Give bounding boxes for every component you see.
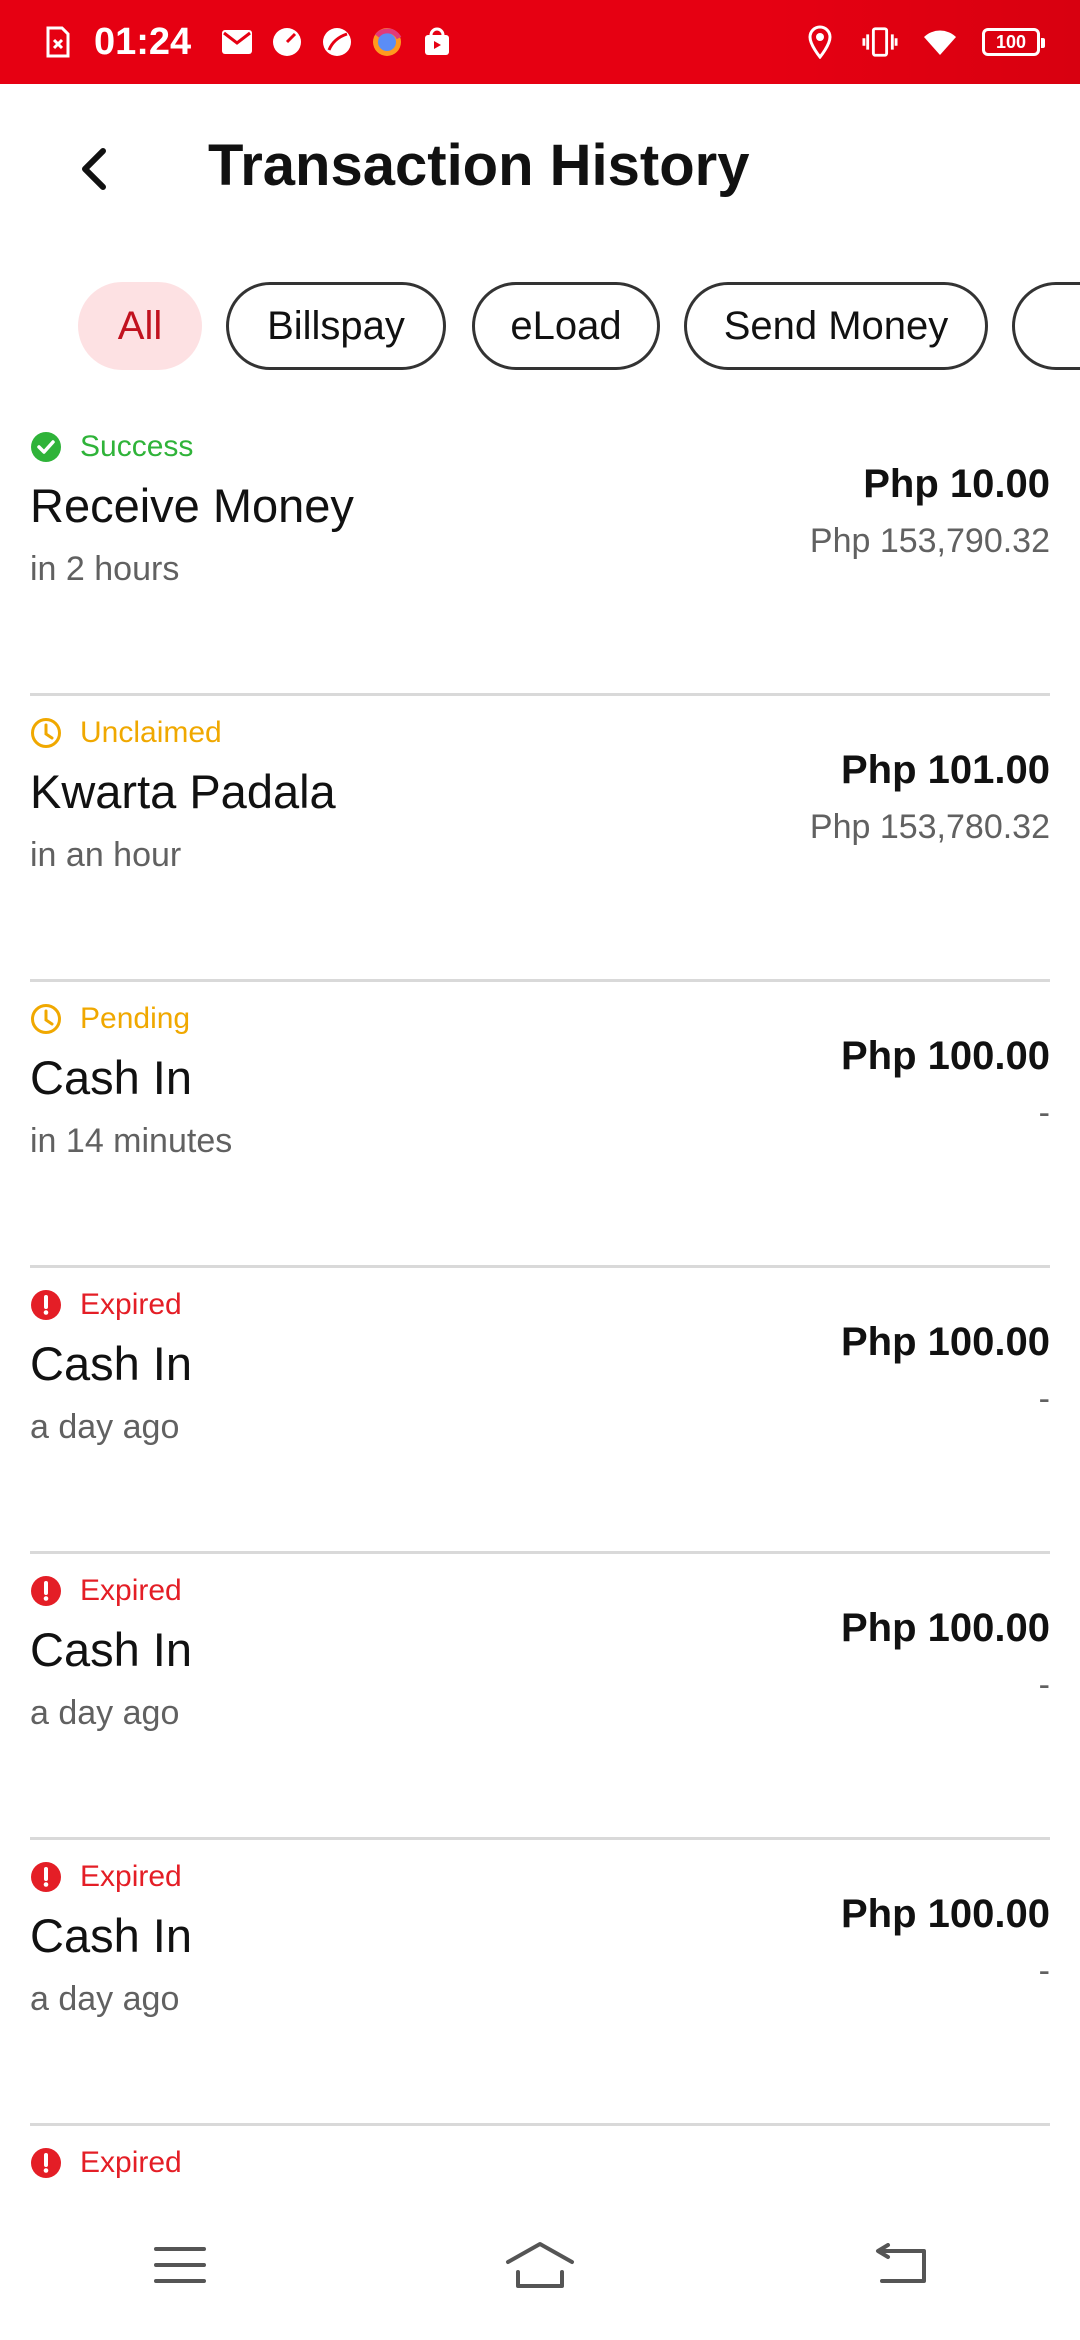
transaction-amount: Php 101.00 — [840, 748, 1050, 792]
status-label: Expired — [30, 1860, 182, 1894]
status-label: Expired — [30, 1288, 182, 1322]
status-label: Pending — [30, 1002, 190, 1036]
battery-icon: 100 — [982, 28, 1045, 56]
alert-circle-icon — [30, 1289, 62, 1321]
transaction-row[interactable]: Unclaimed Kwarta Padala in an hour Php 1… — [30, 696, 1050, 982]
transaction-balance: - — [1038, 1666, 1050, 1704]
transaction-balance: - — [1038, 1952, 1050, 1990]
transaction-amount: Php 100.00 — [840, 1034, 1050, 1078]
transaction-balance: - — [1038, 1094, 1050, 1132]
mail-icon — [219, 24, 255, 60]
transaction-title: Cash In — [30, 1337, 192, 1390]
filter-chips: All Billspay eLoad Send Money — [0, 280, 1080, 372]
speedometer-icon — [269, 24, 305, 60]
chip-send-money[interactable]: Send Money — [684, 282, 988, 370]
back-button[interactable] — [60, 134, 130, 204]
clock-icon — [30, 717, 62, 749]
transaction-title: Cash In — [30, 1623, 192, 1676]
status-bar: 01:24 100 — [0, 0, 1080, 84]
transaction-title: Receive Money — [30, 479, 354, 532]
return-icon — [876, 2243, 926, 2283]
check-circle-icon — [30, 431, 62, 463]
status-time: 01:24 — [94, 20, 192, 63]
browser-icon — [369, 24, 405, 60]
transaction-row[interactable]: Expired Cash In a day ago Php 100.00 - — [30, 1554, 1050, 1840]
leaf-icon — [319, 24, 355, 60]
status-right: 100 — [802, 24, 1045, 60]
return-button[interactable] — [850, 2225, 950, 2305]
transaction-title: Cash In — [30, 1051, 192, 1104]
transaction-balance: Php 153,780.32 — [809, 808, 1050, 846]
transaction-time: in an hour — [30, 836, 182, 874]
status-text: Unclaimed — [80, 716, 222, 749]
status-label: Success — [30, 430, 193, 464]
status-text: Expired — [80, 2146, 182, 2179]
sim-alert-icon — [40, 24, 76, 60]
menu-button[interactable] — [130, 2225, 230, 2305]
transaction-balance: - — [1038, 1380, 1050, 1418]
status-label: Expired — [30, 1574, 182, 1608]
transaction-row[interactable]: Pending Cash In in 14 minutes Php 100.00… — [30, 982, 1050, 1268]
transaction-balance: Php 153,790.32 — [809, 522, 1050, 560]
alert-circle-icon — [30, 1861, 62, 1893]
page-title: Transaction History — [208, 133, 750, 198]
transaction-time: a day ago — [30, 1694, 180, 1732]
vibrate-icon — [862, 24, 898, 60]
status-text: Success — [80, 430, 194, 463]
chip-eload[interactable]: eLoad — [472, 282, 660, 370]
transaction-amount: Php 100.00 — [840, 1606, 1050, 1650]
transaction-time: in 14 minutes — [30, 1122, 233, 1160]
transaction-list: Success Receive Money in 2 hours Php 10.… — [30, 410, 1050, 2286]
chip-more[interactable] — [1012, 282, 1080, 370]
home-icon — [506, 2242, 574, 2288]
transaction-row[interactable]: Expired Cash In a day ago Php 100.00 - — [30, 1268, 1050, 1554]
transaction-time: a day ago — [30, 1980, 180, 2018]
transaction-title: Cash In — [30, 1909, 192, 1962]
transaction-amount: Php 10.00 — [863, 462, 1050, 506]
wifi-icon — [922, 24, 958, 60]
status-text: Expired — [80, 1860, 182, 1893]
status-label: Expired — [30, 2146, 182, 2180]
transaction-time: in 2 hours — [30, 550, 180, 588]
status-label: Unclaimed — [30, 716, 222, 750]
transaction-amount: Php 100.00 — [840, 1892, 1050, 1936]
alert-circle-icon — [30, 1575, 62, 1607]
menu-icon — [154, 2247, 206, 2283]
location-icon — [802, 24, 838, 60]
transaction-title: Kwarta Padala — [30, 765, 336, 818]
home-button[interactable] — [490, 2225, 590, 2305]
transaction-amount: Php 100.00 — [840, 1320, 1050, 1364]
transaction-row[interactable]: Success Receive Money in 2 hours Php 10.… — [30, 410, 1050, 696]
status-text: Pending — [80, 1002, 191, 1035]
status-text: Expired — [80, 1288, 182, 1321]
clock-icon — [30, 1003, 62, 1035]
chip-all[interactable]: All — [78, 282, 202, 370]
alert-circle-icon — [30, 2147, 62, 2179]
chip-billspay[interactable]: Billspay — [226, 282, 446, 370]
app-header: Transaction History — [0, 84, 1080, 254]
system-nav-bar — [0, 2190, 1080, 2340]
transaction-row[interactable]: Expired Cash In a day ago Php 100.00 - — [30, 1840, 1050, 2126]
transaction-time: a day ago — [30, 1408, 180, 1446]
status-text: Expired — [80, 1574, 182, 1607]
back-arrow-icon — [82, 148, 106, 190]
shop-icon — [419, 24, 455, 60]
status-left: 01:24 — [40, 21, 455, 64]
screen: 01:24 100 Transaction History All Billsp… — [0, 0, 1080, 2340]
